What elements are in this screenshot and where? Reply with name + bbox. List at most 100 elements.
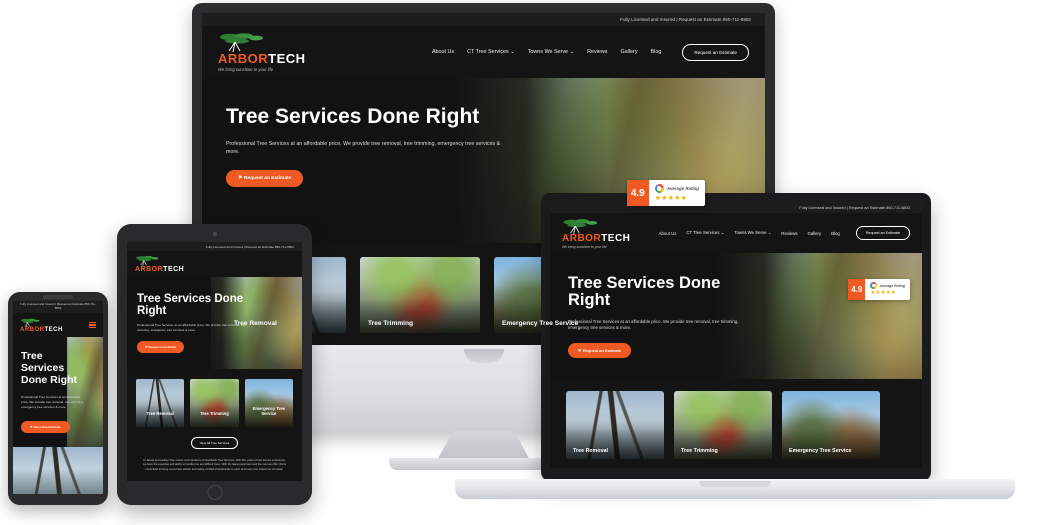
nav-item-gallery[interactable]: Gallery (620, 49, 637, 55)
home-button[interactable] (207, 485, 222, 500)
service-cards: Tree Removal Tree Trimming Emergency Tre… (127, 369, 302, 427)
flag-icon: ⚑ (578, 347, 582, 353)
phone-speaker (43, 295, 73, 299)
logo[interactable]: ARBORTECH (135, 255, 184, 273)
rating-head: Average Rating (870, 282, 905, 289)
rating-head: Average Rating (654, 184, 699, 193)
chevron-down-icon: ⌄ (767, 230, 772, 235)
service-card-emergency-tree-service[interactable]: Emergency Tree Service (244, 379, 293, 427)
hero-content: Tree Services Done Right Professional Tr… (127, 277, 253, 353)
hero-subtitle: Professional Tree Services at an afforda… (226, 141, 501, 156)
google-rating-badge[interactable]: 4.9 Average Rating ★★★★★ (848, 279, 910, 300)
hero-content: Tree Services Done Right Professional Tr… (550, 253, 755, 358)
smartphone-device: Fully Licensed and Insured | Request an … (8, 292, 108, 505)
nav-label: Reviews (781, 230, 798, 236)
hero-request-estimate-button[interactable]: ⚑ Request an Estimate (226, 170, 304, 188)
view-all-tree-services-button[interactable]: View All Tree Services (190, 437, 239, 449)
nav-item-reviews[interactable]: Reviews (587, 49, 607, 55)
hamburger-menu-icon[interactable] (89, 321, 96, 329)
star-rating-icon: ★★★★★ (654, 195, 687, 202)
rating-label: Average Rating (879, 283, 905, 288)
nav-label: About Us (431, 49, 455, 55)
camera-icon (212, 232, 217, 236)
main-navigation: About Us CT Tree Services ⌄ Towns We Ser… (432, 43, 749, 61)
nav-item-gallery[interactable]: Gallery (808, 231, 822, 236)
hero-subtitle: Professional Tree Services at an afforda… (137, 323, 247, 332)
logo-wordmark: ARBORTECH (218, 52, 306, 65)
flag-icon: ⚑ (238, 176, 243, 182)
service-card-tree-trimming[interactable]: Tree Trimming (674, 391, 772, 459)
flag-icon: ⚑ (30, 424, 33, 429)
laptop-base (455, 479, 1015, 499)
website-mobile: Fully Licensed and Insured | Request an … (13, 301, 103, 494)
nav-item-ct-tree-services[interactable]: CT Tree Services ⌄ (467, 49, 515, 55)
button-label: Request an Estimate (148, 344, 176, 349)
nav-item-about-us[interactable]: About Us (659, 231, 677, 236)
logo-wordmark: ARBORTECH (20, 327, 63, 333)
nav-item-ct-tree-services[interactable]: CT Tree Services ⌄ (686, 230, 724, 236)
tree-logo-icon (220, 33, 263, 52)
nav-label: Towns We Serve (734, 230, 767, 235)
chevron-down-icon: ⌄ (510, 49, 515, 55)
google-rating-badge[interactable]: 4.9 Average Rating ★★★★★ (626, 180, 705, 206)
logo-word-tech: TECH (268, 51, 306, 66)
nav-request-estimate-button[interactable]: Request an Estimate (682, 43, 749, 61)
logo[interactable]: ARBORTECH We bring sunshine to your life (562, 218, 630, 249)
hero-title: Tree Services Done Right (226, 105, 480, 128)
nav-item-about-us[interactable]: About Us (432, 49, 454, 55)
navbar: ARBORTECH (127, 251, 302, 277)
service-card-tree-trimming[interactable]: Tree Trimming (190, 379, 239, 427)
service-card-emergency-tree-service[interactable]: Emergency Tree Service (782, 391, 880, 459)
logo-word-arbor: ARBOR (135, 266, 164, 273)
nav-item-reviews[interactable]: Reviews (781, 231, 797, 236)
nav-item-blog[interactable]: Blog (831, 231, 840, 236)
navbar: ARBORTECH We bring sunshine to your life… (550, 213, 922, 253)
nav-label: Blog (831, 230, 840, 236)
tree-logo-icon (20, 318, 40, 327)
logo[interactable]: ARBORTECH (20, 318, 63, 333)
hero-subtitle: Professional Tree Services at an afforda… (21, 395, 84, 409)
service-card-label: Tree Trimming (681, 448, 718, 454)
hero-get-free-estimate-button[interactable]: ⚑ Get a Free Estimate (21, 420, 70, 433)
service-card-label: Emergency Tree Service (789, 448, 852, 454)
nav-label: About Us (658, 230, 677, 236)
logo-tagline: We bring sunshine to your life (562, 244, 607, 249)
hero-content: Tree Services Done Right Professional Tr… (202, 78, 506, 188)
hero-request-estimate-button[interactable]: ⚑ Request an Estimate (568, 342, 632, 358)
laptop-screen: Fully Licensed and Insured | Request an … (550, 202, 922, 468)
nav-item-towns-we-serve[interactable]: Towns We Serve ⌄ (734, 230, 771, 236)
logo-wordmark: ARBORTECH (135, 266, 184, 273)
chevron-down-icon: ⌄ (720, 230, 725, 235)
tablet-screen: Fully Licensed and Insured | Request an … (127, 242, 302, 481)
navbar: ARBORTECH (13, 313, 103, 337)
nav-item-towns-we-serve[interactable]: Towns We Serve ⌄ (528, 49, 574, 55)
rating-body: Average Rating ★★★★★ (649, 180, 705, 206)
nav-label: Towns We Serve (527, 49, 569, 55)
flag-icon: ⚑ (145, 344, 148, 349)
nav-label: Gallery (807, 230, 822, 236)
rating-body: Average Rating ★★★★★ (865, 279, 910, 300)
google-g-logo-icon (654, 184, 664, 193)
hero-title: Tree Services Done Right (137, 293, 244, 318)
service-card-label: Tree Removal (573, 448, 609, 454)
nav-request-estimate-button[interactable]: Request an Estimate (855, 226, 910, 240)
service-card-tree-removal[interactable]: Tree Removal (136, 379, 185, 427)
logo[interactable]: ARBORTECH We bring sunshine to your life (218, 32, 306, 72)
topbar: Fully Licensed and Insured | Request an … (550, 202, 922, 213)
logo-word-arbor: ARBOR (218, 51, 269, 66)
service-card-tree-removal[interactable]: Tree Removal (566, 391, 664, 459)
nav-item-blog[interactable]: Blog (651, 49, 662, 55)
chevron-down-icon: ⌄ (569, 49, 575, 55)
logo-word-arbor: ARBOR (562, 232, 602, 244)
button-label: Request an Estimate (243, 176, 292, 182)
service-photo (190, 379, 239, 427)
hero-request-estimate-button[interactable]: ⚑ Request an Estimate (137, 340, 184, 353)
nav-label: Blog (650, 49, 662, 55)
topbar: Fully Licensed and Insured | Request an … (13, 301, 103, 313)
rating-score: 4.9 (626, 180, 649, 206)
laptop-device: Fully Licensed and Insured | Request an … (455, 193, 1015, 503)
service-card-label: Tree Trimming (368, 320, 414, 327)
hero-title: Tree Services Done Right (568, 274, 721, 310)
service-card-label: Emergency Tree Service (252, 405, 285, 416)
mobile-service-photo (13, 447, 103, 494)
